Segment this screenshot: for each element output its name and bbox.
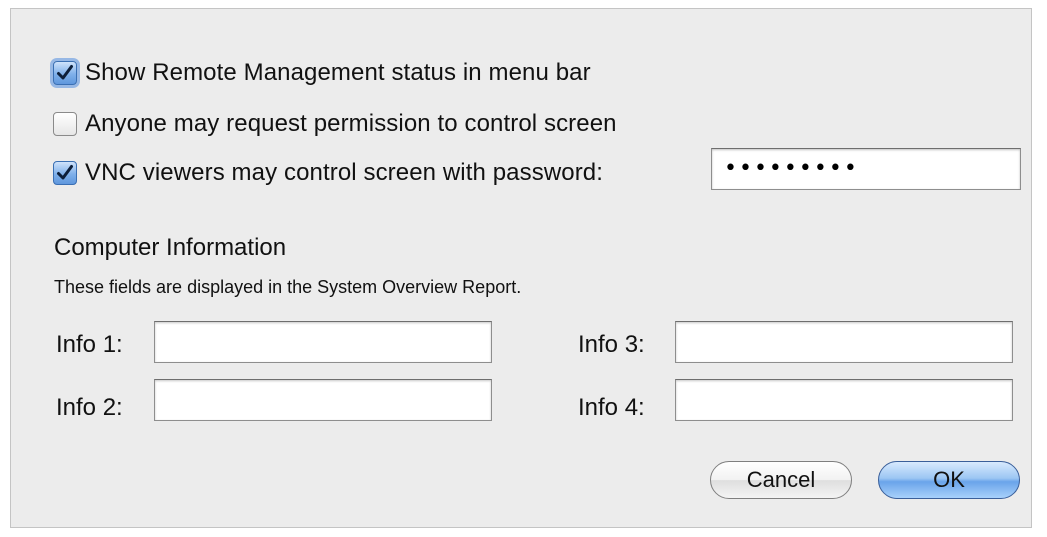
vnc-password-field[interactable]: ••••••••• xyxy=(711,148,1021,190)
info1-label: Info 1: xyxy=(56,331,123,358)
remote-management-options-dialog: Show Remote Management status in menu ba… xyxy=(10,8,1032,528)
info2-label: Info 2: xyxy=(56,394,123,421)
vnc-password-checkbox[interactable] xyxy=(53,161,77,185)
info4-field[interactable] xyxy=(675,379,1013,421)
info1-field[interactable] xyxy=(154,321,492,363)
show-status-label: Show Remote Management status in menu ba… xyxy=(85,59,591,86)
checkmark-icon xyxy=(57,65,73,80)
anyone-request-option-row[interactable]: Anyone may request permission to control… xyxy=(53,108,617,140)
info3-field[interactable] xyxy=(675,321,1013,363)
anyone-request-label: Anyone may request permission to control… xyxy=(85,110,617,137)
info2-field[interactable] xyxy=(154,379,492,421)
info4-label: Info 4: xyxy=(578,394,645,421)
anyone-request-checkbox[interactable] xyxy=(53,112,77,136)
computer-information-heading: Computer Information xyxy=(54,234,287,261)
ok-button[interactable]: OK xyxy=(878,461,1020,499)
checkmark-icon xyxy=(57,165,73,180)
show-status-option-row[interactable]: Show Remote Management status in menu ba… xyxy=(53,57,591,89)
cancel-button[interactable]: Cancel xyxy=(710,461,852,499)
info3-label: Info 3: xyxy=(578,331,645,358)
computer-information-description: These fields are displayed in the System… xyxy=(54,277,522,297)
vnc-password-option-row[interactable]: VNC viewers may control screen with pass… xyxy=(53,157,603,189)
show-status-checkbox[interactable] xyxy=(53,61,77,85)
vnc-password-label: VNC viewers may control screen with pass… xyxy=(85,159,604,186)
